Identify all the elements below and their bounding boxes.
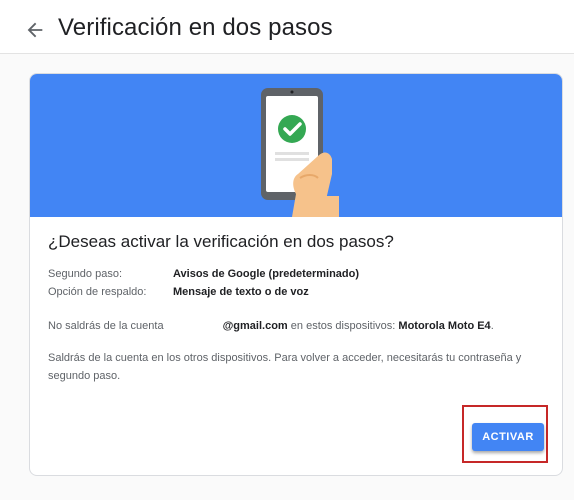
stay-signed-in-prefix: No saldrás de la cuenta: [48, 320, 164, 332]
page-title: Verificación en dos pasos: [58, 14, 333, 41]
arrow-back-icon[interactable]: [24, 19, 46, 41]
period: .: [490, 320, 494, 332]
backup-option-value: Mensaje de texto o de voz: [173, 286, 309, 298]
account-email: @gmail.com: [222, 320, 288, 332]
device-name: Motorola Moto E4: [398, 320, 491, 332]
top-bar: Verificación en dos pasos: [0, 0, 574, 54]
stay-signed-in-middle: en estos dispositivos:: [290, 320, 396, 332]
backup-option-label: Opción de respaldo:: [48, 286, 147, 298]
signout-notice: Saldrás de la cuenta en los otros dispos…: [48, 352, 522, 382]
hero-banner: [30, 74, 562, 217]
second-step-value: Avisos de Google (predeterminado): [173, 268, 360, 280]
question-heading: ¿Deseas activar la verificación en dos p…: [48, 232, 394, 251]
second-step-label: Segundo paso:: [48, 268, 123, 280]
phone-check-icon: [261, 88, 339, 217]
activate-button[interactable]: ACTIVAR: [472, 423, 544, 451]
stay-signed-in-text: No saldrás de la cuenta @gmail.com en est…: [48, 317, 548, 335]
